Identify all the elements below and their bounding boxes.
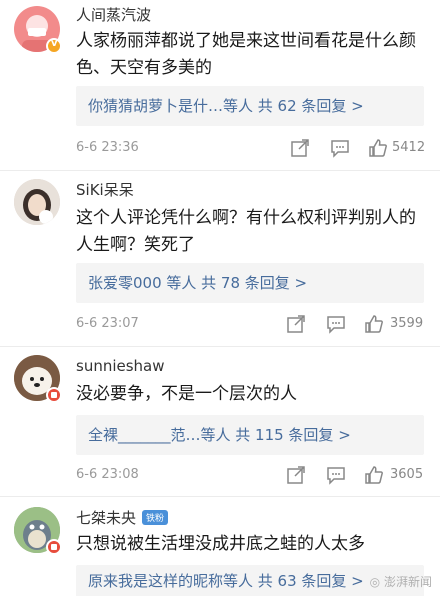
comment-meta: 6-6 23:36 5412 — [76, 138, 426, 160]
username[interactable]: sunnieshaw — [76, 357, 165, 375]
timestamp: 6-6 23:07 — [76, 316, 139, 331]
username[interactable]: 人间蒸汽波 — [76, 4, 151, 25]
like-icon[interactable] — [368, 138, 388, 158]
like-icon[interactable] — [364, 465, 384, 485]
username-text: 七桀未央 — [76, 509, 137, 527]
comment-icon[interactable] — [330, 138, 350, 158]
timestamp: 6-6 23:08 — [76, 467, 139, 482]
replies-link[interactable]: 张爱零000 等人 共 78 条回复 > — [76, 263, 424, 303]
watermark: ◎ 澎湃新闻 — [370, 573, 432, 590]
comment-text: 人家杨丽萍都说了她是来这世间看花是什么颜色、天空有多美的 — [76, 31, 416, 78]
like-count: 5412 — [392, 140, 426, 155]
red-badge-icon — [46, 387, 62, 403]
avatar-icon — [14, 179, 60, 225]
username[interactable]: SiKi呆呆 — [76, 179, 134, 200]
avatar[interactable] — [14, 179, 60, 225]
like-icon[interactable] — [364, 314, 384, 334]
share-icon[interactable] — [286, 314, 306, 334]
comment-text: 只想说被生活埋没成井底之蛙的人太多 — [76, 534, 365, 554]
comment-text: 这个人评论凭什么啊？有什么权利评判别人的人生啊？笑死了 — [76, 208, 416, 255]
fan-tag: 铁粉 — [142, 510, 169, 525]
share-icon[interactable] — [290, 138, 310, 158]
comment-item: 人间蒸汽波 人家杨丽萍都说了她是来这世间看花是什么颜色、天空有多美的 你猜猜胡萝… — [0, 0, 440, 170]
username[interactable]: 七桀未央 铁粉 — [76, 507, 169, 528]
timestamp: 6-6 23:36 — [76, 140, 139, 155]
comment-meta: 6-6 23:08 3605 — [76, 465, 426, 487]
comment-meta: 6-6 23:07 3599 — [76, 314, 426, 336]
comment-text: 没必要争，不是一个层次的人 — [76, 384, 297, 404]
verified-badge-icon — [46, 38, 62, 54]
comment-icon[interactable] — [326, 465, 346, 485]
like-count: 3599 — [390, 316, 424, 331]
comment-item: sunnieshaw 没必要争，不是一个层次的人 全裸_______范…等人 共… — [0, 347, 440, 497]
share-icon[interactable] — [286, 465, 306, 485]
replies-link[interactable]: 全裸_______范…等人 共 115 条回复 > — [76, 415, 424, 455]
replies-link[interactable]: 你猜猜胡萝卜是什…等人 共 62 条回复 > — [76, 86, 424, 126]
comment-item: SiKi呆呆 这个人评论凭什么啊？有什么权利评判别人的人生啊？笑死了 张爱零00… — [0, 171, 440, 347]
comment-icon[interactable] — [326, 314, 346, 334]
like-count: 3605 — [390, 467, 424, 482]
watermark-text: 澎湃新闻 — [383, 575, 432, 589]
red-badge-icon — [46, 539, 62, 555]
watermark-icon: ◎ — [369, 575, 381, 589]
